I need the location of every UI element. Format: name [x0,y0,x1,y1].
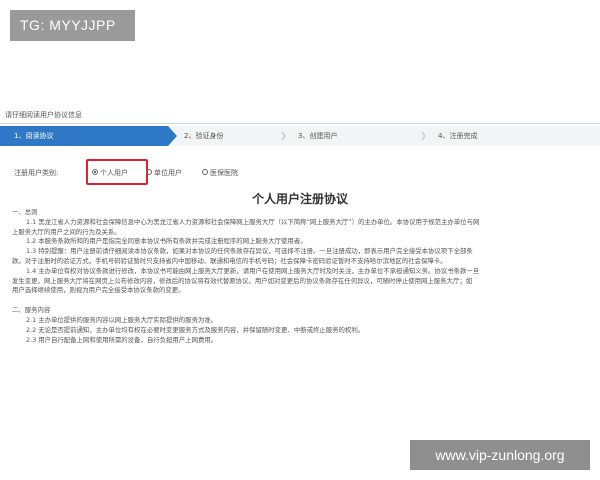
agreement-body: 一、总则 1.1 黑龙江省人力资源和社会保障信息中心为黑龙江省人力资源和社会保障… [12,208,588,345]
radio-selected-icon[interactable] [92,169,98,175]
agreement-paragraph: 1.3 特别提醒：用户注册前请仔细阅读本协议条款，如果对本协议的任何条款存在异议… [26,247,473,256]
agreement-paragraph: 发生变更，网上服务大厅将在网页上公布修改内容，修改后的协议将有效代替原协议。用户… [12,276,473,285]
step-read-agreement: 1、阅读协议 [0,126,168,146]
step-arrow-icon [168,126,177,146]
agreement-title: 个人用户注册协议 [251,192,348,206]
section-heading: 一、总则 [12,208,38,216]
agreement-paragraph: 2.2 无论是否提前通知，主办单位均有权在必要时变更服务方式及服务内容，并保留随… [26,325,365,334]
chevron-right-icon: ❯ [420,131,427,140]
radio-unselected-icon[interactable] [202,169,208,175]
user-type-label: 注册用户类别: [14,169,59,177]
tg-badge: TG: MYYJJPP [10,10,135,41]
radio-unit-user[interactable]: 单位用户 [146,163,182,183]
agreement-paragraph: 2.3 用户自行配备上网和使用所需的设备，自行负担用户上网费用。 [26,335,218,344]
agreement-paragraph: 2.1 主办单位提供的服务内容以网上服务大厅实际提供的服务为准。 [26,315,218,324]
chevron-right-icon: ❯ [280,131,287,140]
agreement-paragraph: 1.2 本服务条款所和的用户是指完全同意本协议书所有条款并完成注册程序的网上服务… [26,237,307,246]
agreement-paragraph: 1.1 黑龙江省人力资源和社会保障信息中心为黑龙江省人力资源和社会保障网上服务大… [26,217,480,226]
step-registration-complete: 4、注册完成 [438,132,478,140]
agreement-paragraph: 上服务大厅的用户之间的行为及关系。 [12,227,121,236]
section-heading: 二、服务内容 [12,306,51,315]
radio-insurance-hospital[interactable]: 医保医院 [202,163,238,183]
step-progress-bar: 1、阅读协议 2、验证身份 ❯ 3、创建用户 ❯ 4、注册完成 [0,126,600,146]
watermark: www.vip-zunlong.org [410,440,590,470]
step-create-user: 3、创建用户 [298,132,338,140]
radio-unselected-icon[interactable] [146,169,152,175]
agreement-paragraph: 1.4 主办单位有权对协议条款进行修改，本协议书可能由网上服务大厅更新，请用户在… [26,266,480,275]
agreement-paragraph: 用户选择继续使用，则视为用户完全接受本协议条款的变更。 [12,286,185,295]
radio-personal-user[interactable]: 个人用户 [92,163,128,183]
user-type-radio-group: 个人用户 单位用户 医保医院 [84,159,314,185]
agreement-paragraph: 款。对于注册时的验证方式，手机号码验证暂时只支持省内中国移动、联通和电信的手机号… [12,256,447,265]
panel-title: 请仔细阅读用户协议信息 [0,106,600,124]
